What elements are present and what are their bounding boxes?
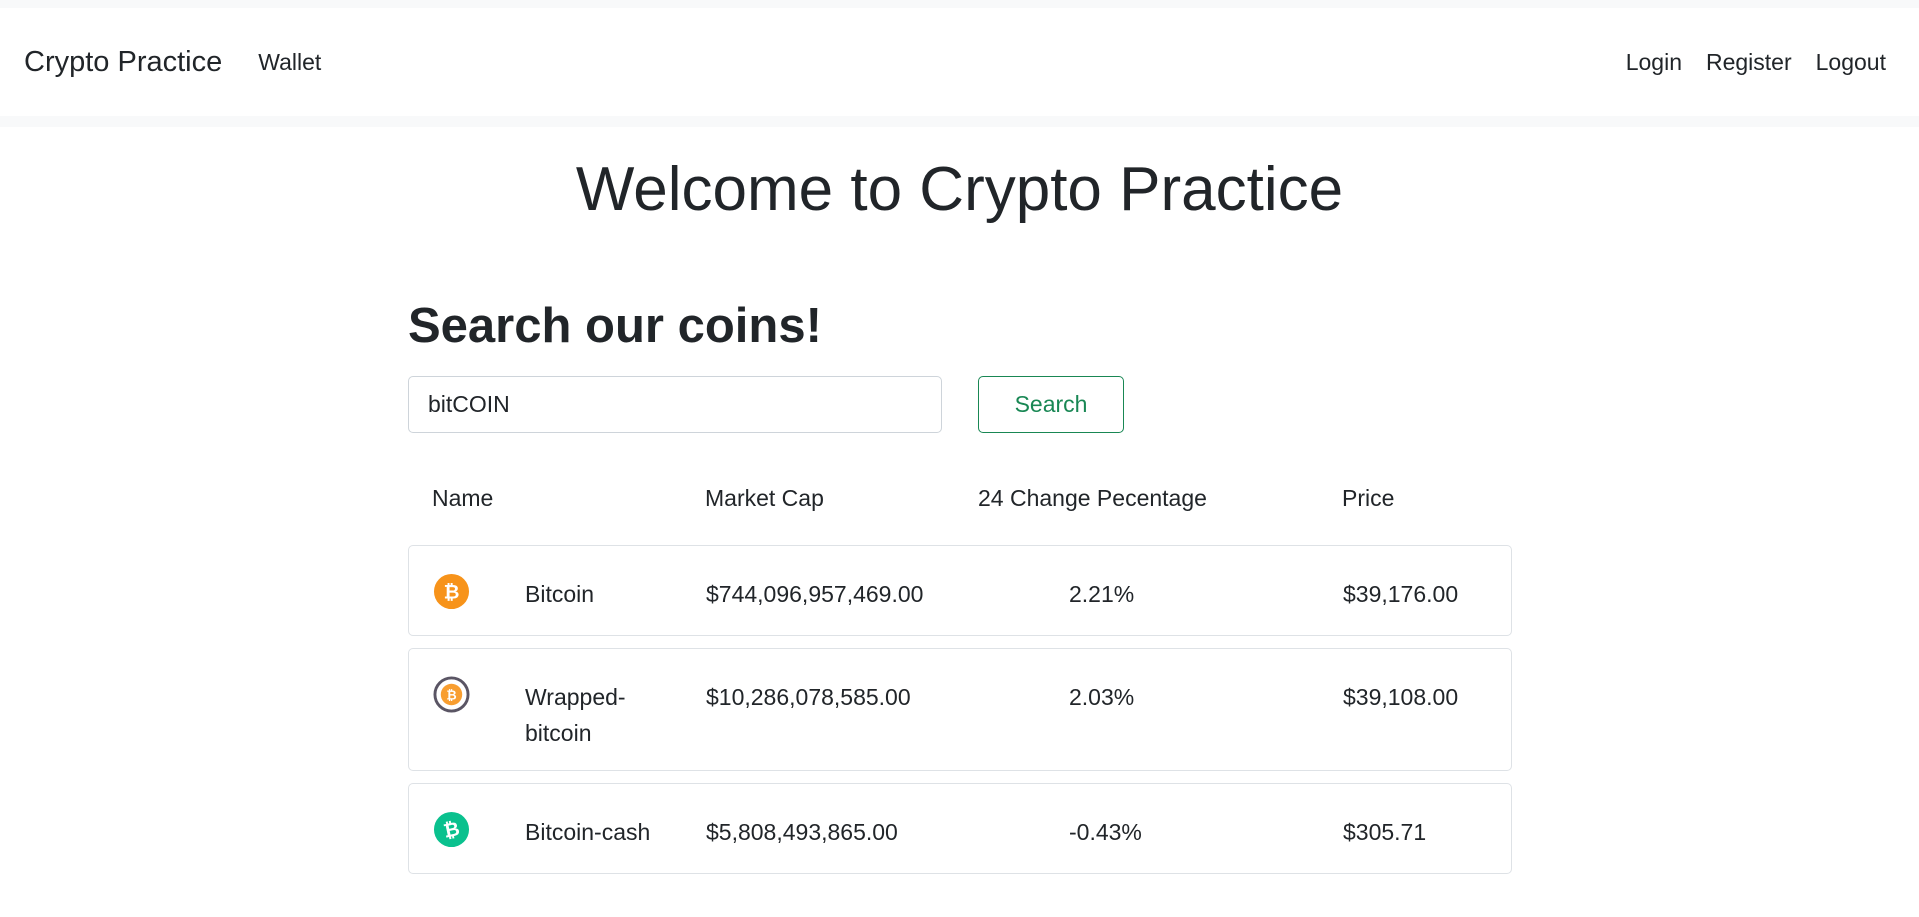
nav-login[interactable]: Login bbox=[1626, 49, 1682, 76]
wrapped-bitcoin-icon: ₿ bbox=[433, 676, 470, 713]
coin-market-cap: $744,096,957,469.00 bbox=[706, 580, 924, 607]
coin-change: 2.21% bbox=[1069, 580, 1135, 607]
brand-link[interactable]: Crypto Practice bbox=[24, 46, 222, 79]
coin-change: -0.43% bbox=[1069, 818, 1142, 845]
nav-right: Login Register Logout bbox=[1626, 8, 1886, 116]
search-button[interactable]: Search bbox=[978, 375, 1124, 433]
table-header: Name Market Cap 24 Change Pecentage Pric… bbox=[408, 485, 1512, 545]
navbar: Crypto Practice Wallet Login Register Lo… bbox=[0, 8, 1919, 116]
svg-text:₿: ₿ bbox=[444, 580, 460, 603]
header-price: Price bbox=[1342, 484, 1395, 511]
header-market-cap: Market Cap bbox=[705, 484, 824, 511]
nav-register[interactable]: Register bbox=[1706, 49, 1792, 76]
search-title: Search our coins! bbox=[408, 299, 822, 353]
coin-price: $39,108.00 bbox=[1343, 683, 1459, 710]
coin-price: $305.71 bbox=[1343, 818, 1427, 845]
table-row[interactable]: ₿ Bitcoin-cash $5,808,493,865.00 -0.43% … bbox=[408, 782, 1512, 874]
top-strip bbox=[0, 0, 1919, 8]
coin-market-cap: $5,808,493,865.00 bbox=[706, 818, 898, 845]
coin-change: 2.03% bbox=[1069, 683, 1135, 710]
coin-price: $39,176.00 bbox=[1343, 580, 1459, 607]
coin-name-line-1: Wrapped- bbox=[525, 683, 626, 710]
search-input[interactable]: bitCOIN bbox=[408, 375, 942, 433]
coin-name: Bitcoin-cash bbox=[525, 818, 651, 845]
search-section: Search our coins! bitCOIN Search Name Ma… bbox=[408, 299, 1512, 886]
header-name: Name bbox=[432, 484, 494, 511]
bitcoin-icon: ₿ bbox=[433, 573, 470, 609]
coin-name: Wrapped- bitcoin bbox=[525, 679, 626, 751]
navbar-bottom-strip bbox=[0, 116, 1919, 127]
coin-name-line-2: bitcoin bbox=[525, 719, 592, 746]
nav-logout[interactable]: Logout bbox=[1816, 49, 1886, 76]
bitcoin-cash-icon: ₿ bbox=[433, 811, 470, 847]
header-change: 24 Change Pecentage bbox=[978, 484, 1207, 511]
search-row: bitCOIN Search bbox=[408, 375, 1512, 433]
svg-text:₿: ₿ bbox=[446, 687, 456, 702]
coin-name: Bitcoin bbox=[525, 580, 595, 607]
nav-wallet[interactable]: Wallet bbox=[258, 49, 321, 76]
table-row[interactable]: ₿ Wrapped- bitcoin $10,286,078,585.00 2.… bbox=[408, 647, 1512, 771]
table-row[interactable]: ₿ Bitcoin $744,096,957,469.00 2.21% $39,… bbox=[408, 544, 1512, 636]
page-title: Welcome to Crypto Practice bbox=[575, 155, 1344, 224]
coin-market-cap: $10,286,078,585.00 bbox=[706, 683, 911, 710]
